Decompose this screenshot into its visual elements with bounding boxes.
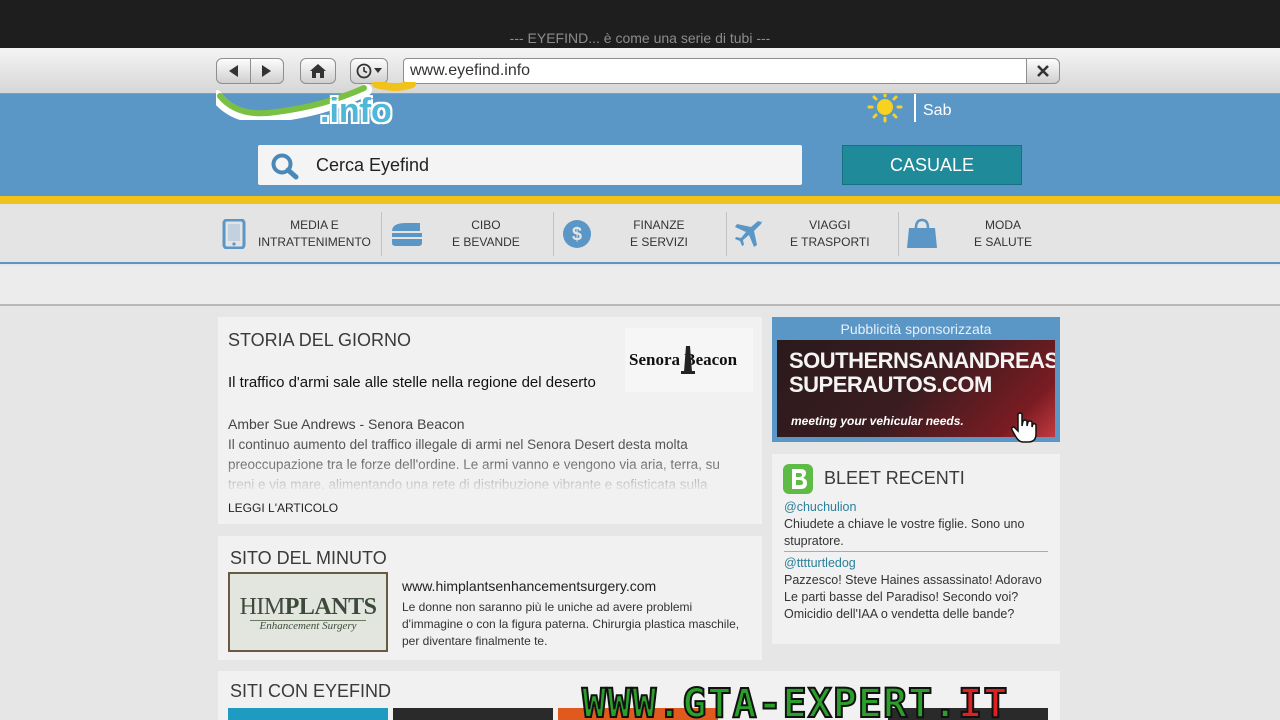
weather-day: Sab [923, 102, 952, 119]
tablet-icon [222, 219, 246, 249]
sites-with-eyefind-heading: SITI CON EYEFIND [230, 681, 392, 701]
category-divider [381, 212, 382, 256]
category-label: FINANZE E SERVIZI [630, 218, 688, 249]
bleet-item: @tttturtledog Pazzesco! Steve Haines ass… [784, 555, 1050, 623]
bleet-user[interactable]: @chuchulion [784, 499, 1050, 516]
story-author: Amber Sue Andrews - Senora Beacon [228, 416, 465, 432]
bleet-text: Pazzesco! Steve Haines assassinato! Ador… [784, 573, 1042, 621]
bleet-item: @chuchulion Chiudete a chiave le vostre … [784, 499, 1050, 550]
browser-toolbar: www.eyefind.info [0, 48, 1280, 94]
weather-divider [914, 94, 916, 122]
sun-icon [867, 94, 903, 123]
clock-icon [356, 63, 372, 79]
site-of-minute-panel: SITO DEL MINUTO HIMPLANTS Enhancement Su… [218, 536, 762, 660]
bleeter-icon [783, 464, 813, 494]
category-label: CIBO E BEVANDE [452, 218, 520, 249]
window-titlebar: --- EYEFIND... è come una serie di tubi … [0, 0, 1280, 48]
bleet-divider [784, 551, 1048, 552]
bleets-panel: BLEET RECENTI @chuchulion Chiudete a chi… [772, 454, 1060, 644]
header-accent-stripe [0, 196, 1280, 204]
burger-icon [392, 223, 422, 246]
category-finance[interactable]: $ FINANZE E SERVIZI [562, 212, 688, 256]
history-button[interactable] [350, 58, 388, 84]
site-of-minute-heading: SITO DEL MINUTO [230, 548, 387, 568]
category-media[interactable]: MEDIA E INTRATTENIMENTO [222, 212, 371, 256]
forward-button[interactable] [249, 59, 283, 83]
ad-line1: SOUTHERNSANANDREAS [789, 348, 1055, 373]
bleet-user[interactable]: @tttturtledog [784, 555, 1050, 572]
read-more-link[interactable]: LEGGI L'ARTICOLO [228, 501, 338, 515]
home-icon [310, 64, 326, 78]
ad-line2: SUPERAUTOS.COM [789, 372, 992, 397]
close-icon [1037, 65, 1049, 77]
home-button[interactable] [300, 58, 336, 84]
site-of-minute-description: Le donne non saranno più le uniche ad av… [402, 600, 740, 648]
site-header: .info Sab Cerca Eyefind CASUALE [0, 82, 1280, 196]
site-of-minute-url[interactable]: www.himplantsenhancementsurgery.com [402, 578, 656, 594]
airplane-icon [735, 221, 762, 247]
sponsored-label: Pubblicità sponsorizzata [840, 321, 992, 337]
bleet-text: Chiudete a chiave le vostre figlie. Sono… [784, 517, 1025, 548]
back-button[interactable] [217, 59, 250, 83]
hand-cursor-icon [1011, 412, 1037, 443]
watermark: WWW.GTA-EXPERT.IT [581, 680, 1009, 720]
category-fashion[interactable]: MODA E SALUTE [906, 212, 1032, 256]
search-input[interactable]: Cerca Eyefind [258, 145, 802, 185]
senora-beacon-logo: Senora Beacon [625, 328, 753, 392]
close-button[interactable] [1026, 58, 1060, 84]
window-title: --- EYEFIND... è come una serie di tubi … [509, 30, 771, 46]
himplants-logo[interactable]: HIMPLANTS Enhancement Surgery [228, 572, 388, 652]
site-thumbnail[interactable] [228, 708, 388, 720]
category-nav: MEDIA E INTRATTENIMENTO CIBO E BEVANDE $ F… [0, 204, 1280, 264]
search-placeholder: Cerca Eyefind [316, 155, 430, 175]
sub-nav-bar [0, 266, 1280, 306]
himplants-logo-sub: Enhancement Surgery [259, 620, 357, 632]
dollar-icon: $ [563, 220, 591, 248]
story-headline[interactable]: Il traffico d'armi sale alle stelle nell… [228, 374, 596, 391]
eyefind-logo[interactable]: .info [216, 82, 416, 138]
category-label: MEDIA E INTRATTENIMENTO [258, 218, 371, 249]
category-divider [898, 212, 899, 256]
himplants-logo-text: HIMPLANTS [239, 594, 377, 620]
search-icon [271, 153, 299, 180]
category-label: MODA E SALUTE [974, 218, 1033, 249]
category-travel[interactable]: VIAGGI E TRASPORTI [734, 212, 870, 256]
logo-text: .info [320, 92, 392, 130]
svg-text:$: $ [572, 224, 582, 244]
arrow-left-icon [229, 65, 239, 77]
story-heading: STORIA DEL GIORNO [228, 330, 412, 350]
random-button[interactable]: CASUALE [842, 145, 1022, 185]
chevron-down-icon [374, 68, 382, 73]
category-divider [726, 212, 727, 256]
category-divider [553, 212, 554, 256]
bleets-heading: BLEET RECENTI [824, 468, 965, 488]
lighthouse-icon [681, 346, 695, 374]
story-fade [218, 457, 762, 493]
nav-button-group [216, 58, 284, 84]
ad-tagline: meeting your vehicular needs. [791, 414, 964, 428]
category-label: VIAGGI E TRASPORTI [790, 218, 870, 249]
address-bar[interactable]: www.eyefind.info [403, 58, 1027, 84]
site-thumbnail[interactable] [393, 708, 553, 720]
category-food[interactable]: CIBO E BEVANDE [388, 212, 520, 256]
story-panel: STORIA DEL GIORNO Senora Beacon Il traff… [218, 317, 762, 524]
arrow-right-icon [261, 65, 271, 77]
shopping-bag-icon [907, 218, 937, 248]
